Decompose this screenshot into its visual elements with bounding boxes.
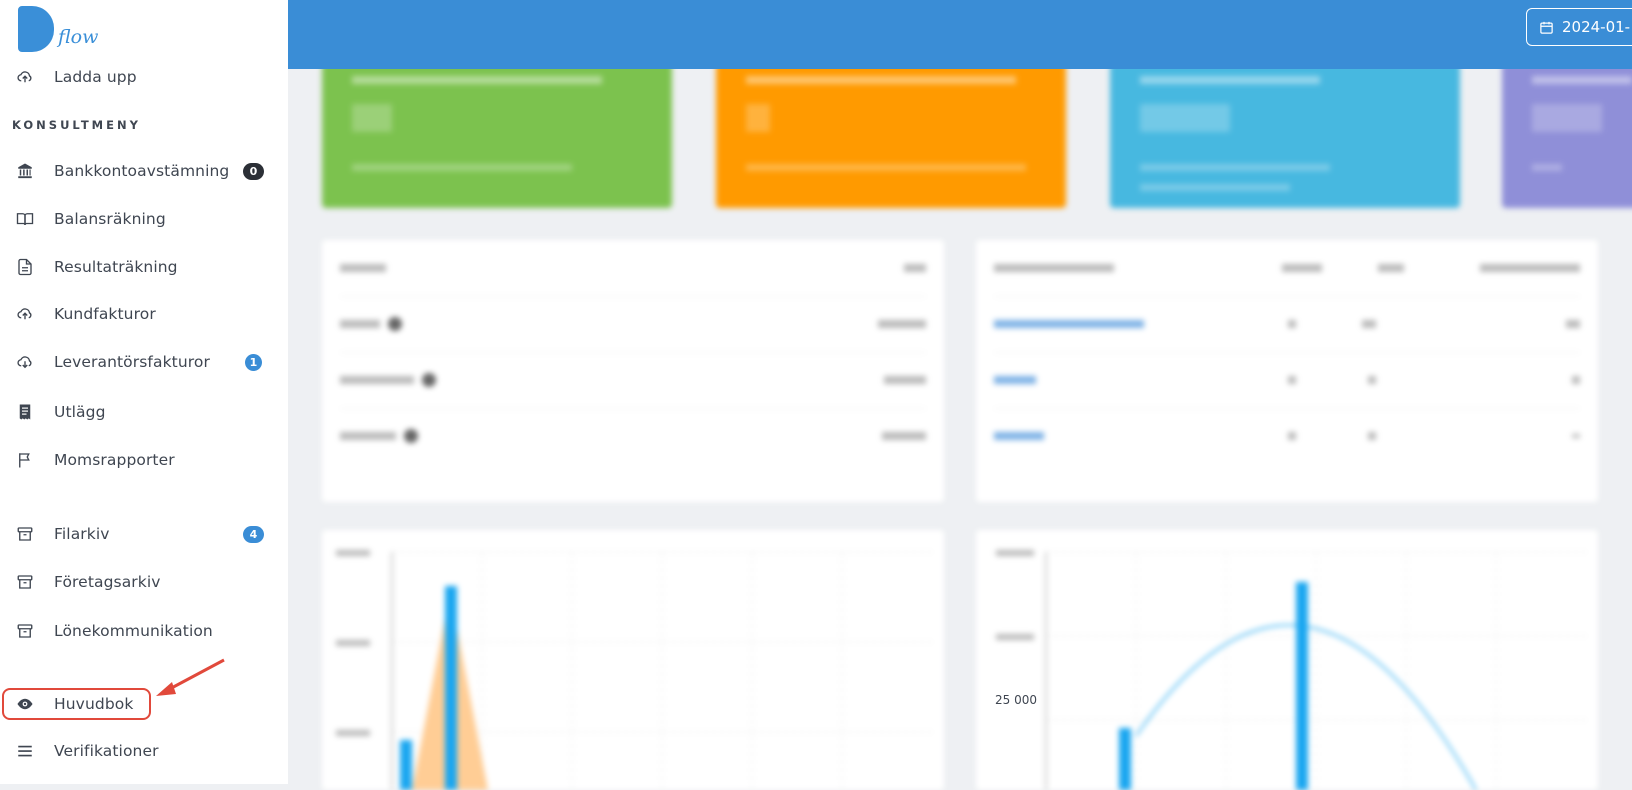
sidebar-item-file-archive[interactable]: Filarkiv 4 xyxy=(14,518,284,550)
chart-card-right xyxy=(976,530,1598,790)
sidebar-item-vat-reports[interactable]: Momsrapporter xyxy=(14,444,284,476)
count-badge: 0 xyxy=(243,162,264,180)
brand-logo[interactable]: flow xyxy=(18,6,98,54)
sidebar-item-label: Kundfakturor xyxy=(54,305,156,323)
sidebar-item-label: Resultaträkning xyxy=(54,258,178,276)
kpi-subtitle xyxy=(1532,164,1562,171)
sidebar-item-payroll-communication[interactable]: Lönekommunikation xyxy=(14,615,284,647)
logo-text: flow xyxy=(58,26,99,48)
chart-card-left xyxy=(322,530,944,790)
table-row xyxy=(994,408,1580,464)
sidebar-item-upload[interactable]: Ladda upp xyxy=(14,61,284,93)
sidebar-item-label: Huvudbok xyxy=(54,695,134,713)
cloud-upload-icon xyxy=(14,66,36,88)
kpi-subtitle xyxy=(1140,184,1290,191)
kpi-card-unpaid-supplier-invoices[interactable] xyxy=(716,60,1066,208)
archive-icon xyxy=(14,571,36,593)
logo-mark xyxy=(18,6,54,52)
summary-card-right xyxy=(976,240,1598,502)
kpi-title xyxy=(1140,76,1320,84)
archive-icon xyxy=(14,523,36,545)
book-icon xyxy=(14,208,36,230)
menu-icon xyxy=(14,740,36,762)
eye-icon xyxy=(14,693,36,715)
kpi-value xyxy=(352,104,392,132)
sidebar-item-label: Lönekommunikation xyxy=(54,622,213,640)
sidebar-item-customer-invoices[interactable]: Kundfakturor xyxy=(14,298,284,330)
sidebar: flow Ladda upp KONSULTMENY Bankkontoavst… xyxy=(0,0,288,784)
count-badge: 4 xyxy=(243,525,264,543)
kpi-subtitle xyxy=(1140,164,1330,171)
sidebar-item-label: Ladda upp xyxy=(54,68,137,86)
kpi-title xyxy=(352,76,602,84)
sidebar-item-expenses[interactable]: Utlägg xyxy=(14,396,284,428)
calendar-icon xyxy=(1540,21,1553,34)
sidebar-item-label: Företagsarkiv xyxy=(54,573,161,591)
table-row xyxy=(340,352,926,409)
summary-card-left xyxy=(322,240,944,502)
sidebar-item-vouchers[interactable]: Verifikationer xyxy=(14,735,284,767)
date-picker-button[interactable]: 2024-01- xyxy=(1526,8,1632,46)
kpi-subtitle xyxy=(352,164,572,171)
top-bar xyxy=(288,0,1632,69)
kpi-title xyxy=(1532,76,1632,84)
kpi-subtitle xyxy=(746,164,1026,171)
sidebar-item-label: Bankkontoavstämning xyxy=(54,162,230,180)
table-row xyxy=(994,240,1580,297)
table-row xyxy=(994,352,1580,409)
kpi-card-account-balance[interactable] xyxy=(1110,60,1460,208)
table-row xyxy=(994,296,1580,353)
kpi-card-unpaid-customer-invoices[interactable] xyxy=(322,60,672,208)
cloud-upload-icon xyxy=(14,303,36,325)
table-row xyxy=(340,296,926,353)
sidebar-item-label: Filarkiv xyxy=(54,525,110,543)
sidebar-item-balance-sheet[interactable]: Balansräkning xyxy=(14,203,284,235)
sidebar-item-label: Balansräkning xyxy=(54,210,166,228)
sidebar-item-label: Verifikationer xyxy=(54,742,159,760)
sidebar-item-supplier-invoices[interactable]: Leverantörsfakturor 1 xyxy=(14,346,284,378)
archive-icon xyxy=(14,620,36,642)
chart-y-tick-label: 25 000 xyxy=(995,693,1037,707)
flag-icon xyxy=(14,449,36,471)
sidebar-item-general-ledger[interactable]: Huvudbok xyxy=(14,688,284,720)
bank-icon xyxy=(14,160,36,182)
cloud-download-icon xyxy=(14,351,36,373)
sidebar-item-income-statement[interactable]: Resultaträkning xyxy=(14,251,284,283)
left-chart-graphic xyxy=(336,550,932,790)
count-badge: 1 xyxy=(245,353,262,371)
sidebar-item-label: Momsrapporter xyxy=(54,451,175,469)
document-icon xyxy=(14,256,36,278)
dashboard-content-blurred xyxy=(288,60,1632,790)
kpi-value xyxy=(1532,104,1602,132)
sidebar-item-bank-reconciliation[interactable]: Bankkontoavstämning 0 xyxy=(14,155,284,187)
receipt-icon xyxy=(14,401,36,423)
sidebar-item-label: Leverantörsfakturor xyxy=(54,353,210,371)
right-chart-graphic xyxy=(996,550,1586,790)
table-row xyxy=(340,240,926,297)
kpi-card-payments[interactable] xyxy=(1502,60,1632,208)
table-row xyxy=(340,408,926,464)
sidebar-item-label: Utlägg xyxy=(54,403,106,421)
kpi-value xyxy=(746,104,770,132)
sidebar-item-company-archive[interactable]: Företagsarkiv xyxy=(14,566,284,598)
kpi-value xyxy=(1140,104,1230,132)
date-label: 2024-01- xyxy=(1562,18,1631,36)
section-title-consultant-menu: KONSULTMENY xyxy=(12,118,141,132)
kpi-title xyxy=(746,76,1016,84)
